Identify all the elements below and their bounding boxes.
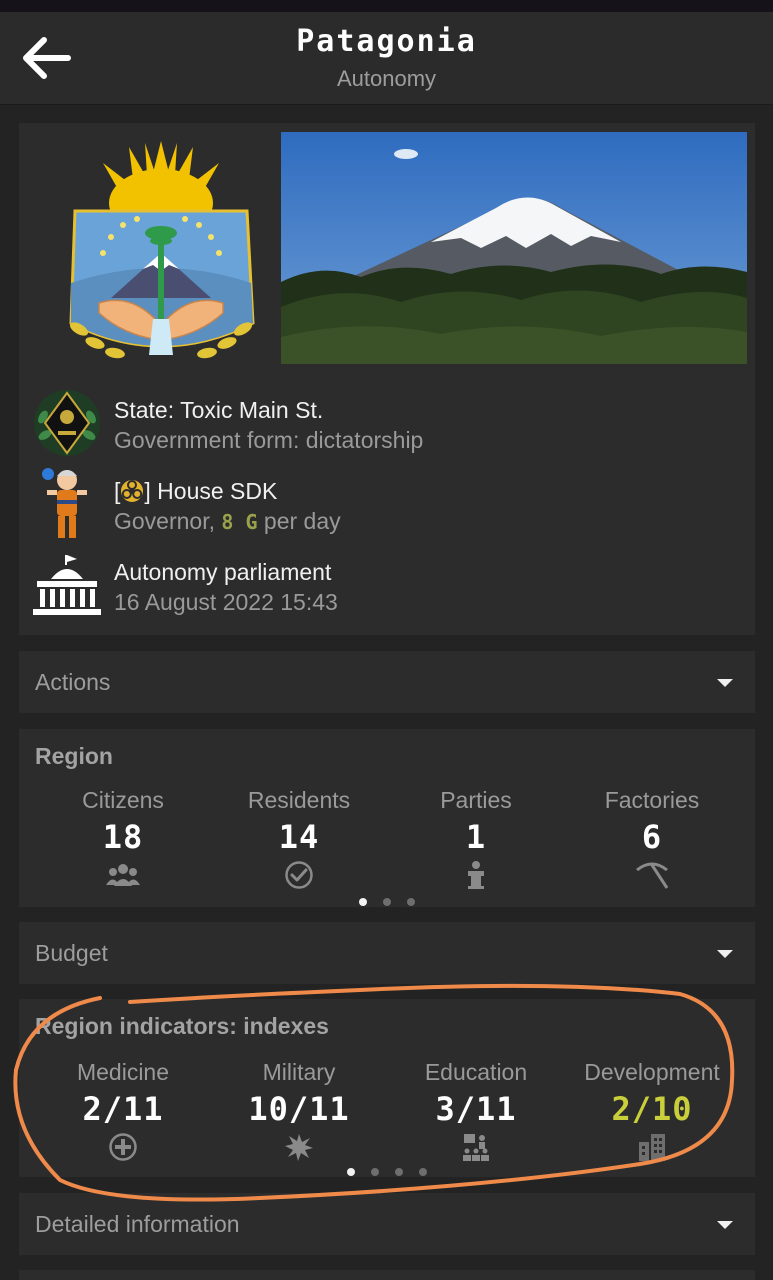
region-section-title: Region xyxy=(35,743,113,769)
app-header: Patagonia Autonomy xyxy=(0,12,773,105)
caret-down-icon xyxy=(717,679,733,687)
page-dot[interactable] xyxy=(383,898,391,906)
region-info-card: State: Toxic Main St. Government form: d… xyxy=(19,123,755,635)
stat-residents[interactable]: Residents 14 xyxy=(209,787,389,892)
page-dot[interactable] xyxy=(359,898,367,906)
governor-avatar xyxy=(29,466,105,542)
state-name: State: Toxic Main St. xyxy=(114,397,324,423)
development-value: 2/10 xyxy=(611,1090,693,1128)
state-flag-icon xyxy=(29,385,105,461)
page-dot[interactable] xyxy=(419,1168,427,1176)
governor-name: [] House SDK xyxy=(114,478,278,504)
budget-label: Budget xyxy=(35,940,108,966)
parliament-icon xyxy=(29,547,105,623)
medical-cross-icon xyxy=(33,1130,213,1164)
explosion-icon xyxy=(209,1130,389,1164)
page-dot[interactable] xyxy=(371,1168,379,1176)
status-strip xyxy=(0,0,773,12)
state-row[interactable]: State: Toxic Main St. Government form: d… xyxy=(29,385,729,465)
pickaxe-icon xyxy=(562,858,742,892)
page-subtitle: Autonomy xyxy=(336,66,437,91)
parliament-row[interactable]: Autonomy parliament 16 August 2022 15:43 xyxy=(29,547,729,627)
governor-row[interactable]: [] House SDK Governor, 8 G per day xyxy=(29,466,729,546)
parliament-date: 16 August 2022 15:43 xyxy=(114,589,338,615)
actions-dropdown[interactable]: Actions xyxy=(19,651,755,713)
stat-factories[interactable]: Factories 6 xyxy=(562,787,742,892)
page-title: Patagonia xyxy=(296,24,477,59)
region-indicators-card: Region indicators: indexes Medicine 2/11… xyxy=(19,999,755,1177)
indicator-education[interactable]: Education 3/11 xyxy=(386,1059,566,1164)
page-dot[interactable] xyxy=(407,898,415,906)
region-coat-of-arms xyxy=(41,133,281,373)
check-circle-icon xyxy=(209,858,389,892)
page-dot[interactable] xyxy=(395,1168,403,1176)
stat-parties[interactable]: Parties 1 xyxy=(386,787,566,892)
indicator-development[interactable]: Development 2/10 xyxy=(562,1059,742,1164)
speaker-podium-icon xyxy=(386,858,566,892)
budget-dropdown[interactable]: Budget xyxy=(19,922,755,984)
indicators-section-title: Region indicators: indexes xyxy=(35,1013,329,1039)
detailed-info-label: Detailed information xyxy=(35,1211,240,1237)
region-photo xyxy=(281,132,747,364)
region-page-dots xyxy=(19,893,755,911)
buildings-icon xyxy=(562,1130,742,1164)
detailed-info-dropdown[interactable]: Detailed information xyxy=(19,1193,755,1255)
indicators-page-dots xyxy=(19,1163,755,1181)
parliament-name: Autonomy parliament xyxy=(114,559,332,585)
caret-down-icon xyxy=(717,1221,733,1229)
users-icon xyxy=(33,858,213,892)
stat-citizens[interactable]: Citizens 18 xyxy=(33,787,213,892)
biohazard-icon xyxy=(121,480,144,502)
caret-down-icon xyxy=(717,950,733,958)
actions-label: Actions xyxy=(35,669,111,695)
government-form: Government form: dictatorship xyxy=(114,427,424,453)
governor-salary: Governor, 8 G per day xyxy=(114,508,341,534)
page-dot[interactable] xyxy=(347,1168,355,1176)
indicator-military[interactable]: Military 10/11 xyxy=(209,1059,389,1164)
classroom-icon xyxy=(386,1130,566,1164)
indicator-medicine[interactable]: Medicine 2/11 xyxy=(33,1059,213,1164)
next-section-edge xyxy=(19,1270,755,1280)
region-stats-card: Region Citizens 18 Residents 14 Parties … xyxy=(19,729,755,907)
